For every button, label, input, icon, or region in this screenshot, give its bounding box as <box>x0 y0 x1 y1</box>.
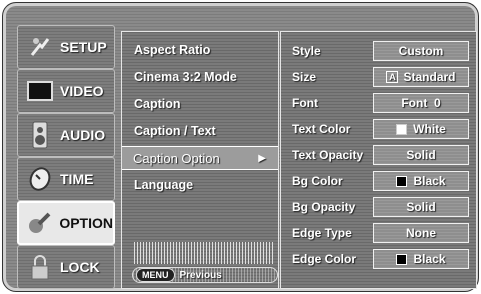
menu-previous-hint[interactable]: MENU Previous <box>132 267 278 283</box>
setting-row-size: Size A Standard <box>281 67 476 89</box>
value-text: Font 0 <box>401 96 441 110</box>
setting-label: Bg Opacity <box>292 200 356 214</box>
setting-row-bg-opacity: Bg Opacity Solid <box>281 197 476 219</box>
text-color-value[interactable]: White <box>373 119 469 139</box>
decorative-hatch <box>134 242 274 264</box>
text-opacity-value[interactable]: Solid <box>373 145 469 165</box>
submenu-item-caption-text[interactable]: Caption / Text <box>134 124 216 138</box>
tab-option[interactable]: OPTION <box>17 201 115 245</box>
main-menu-tabs: SETUP VIDEO AUDIO TIME OPTION LOCK <box>17 25 115 289</box>
option-icon <box>27 209 53 237</box>
text-size-icon: A <box>386 71 399 83</box>
setting-row-style: Style Custom <box>281 41 476 63</box>
edge-type-value[interactable]: None <box>373 223 469 243</box>
setting-row-edge-color: Edge Color Black <box>281 249 476 271</box>
tab-time[interactable]: TIME <box>17 157 115 201</box>
audio-icon <box>26 121 54 149</box>
submenu-item-cinema-3-2-mode[interactable]: Cinema 3:2 Mode <box>134 70 237 84</box>
caption-option-panel: Style Custom Size A Standard Font Font 0… <box>280 31 477 289</box>
value-text: Black <box>413 174 446 188</box>
tab-lock[interactable]: LOCK <box>17 245 115 289</box>
setting-row-text-opacity: Text Opacity Solid <box>281 145 476 167</box>
submenu-item-caption-option[interactable]: Caption Option ▶ <box>122 146 278 170</box>
size-value[interactable]: A Standard <box>373 67 469 87</box>
bg-color-value[interactable]: Black <box>373 171 469 191</box>
submenu-item-label: Caption Option <box>133 151 220 166</box>
tab-audio[interactable]: AUDIO <box>17 113 115 157</box>
value-text: White <box>413 122 446 136</box>
setting-label: Text Color <box>292 122 351 136</box>
bg-opacity-value[interactable]: Solid <box>373 197 469 217</box>
style-value[interactable]: Custom <box>373 41 469 61</box>
osd-frame: SETUP VIDEO AUDIO TIME OPTION LOCK Aspec… <box>2 2 479 292</box>
tab-label: TIME <box>60 171 94 187</box>
value-text: Solid <box>406 200 436 214</box>
setting-label: Edge Type <box>292 226 352 240</box>
setting-label: Edge Color <box>292 252 357 266</box>
setting-label: Size <box>292 70 317 84</box>
lock-icon <box>26 253 54 281</box>
setting-label: Font <box>292 96 318 110</box>
previous-label: Previous <box>179 269 222 281</box>
tab-setup[interactable]: SETUP <box>17 25 115 69</box>
submenu-item-language[interactable]: Language <box>134 178 193 192</box>
value-text: Solid <box>406 148 436 162</box>
value-text: Black <box>413 252 446 266</box>
tab-label: VIDEO <box>60 83 104 99</box>
black-swatch-icon <box>396 253 408 265</box>
setting-row-text-color: Text Color White <box>281 119 476 141</box>
video-icon <box>26 77 54 105</box>
arrow-right-icon: ▶ <box>258 153 266 164</box>
tab-label: AUDIO <box>60 127 106 143</box>
setting-row-edge-type: Edge Type None <box>281 223 476 245</box>
value-text: Standard <box>403 70 456 84</box>
setting-row-font: Font Font 0 <box>281 93 476 115</box>
tab-video[interactable]: VIDEO <box>17 69 115 113</box>
tab-label: LOCK <box>60 259 100 275</box>
menu-key-icon: MENU <box>136 268 175 282</box>
white-swatch-icon <box>396 123 408 135</box>
setting-label: Text Opacity <box>292 148 364 162</box>
value-text: None <box>406 226 436 240</box>
setting-label: Style <box>292 44 321 58</box>
option-submenu: Aspect Ratio Cinema 3:2 Mode Caption Cap… <box>121 31 279 289</box>
setting-label: Bg Color <box>292 174 343 188</box>
value-text: Custom <box>398 44 444 58</box>
setup-icon <box>26 33 54 61</box>
font-value[interactable]: Font 0 <box>373 93 469 113</box>
black-swatch-icon <box>396 175 408 187</box>
setting-row-bg-color: Bg Color Black <box>281 171 476 193</box>
edge-color-value[interactable]: Black <box>373 249 469 269</box>
tab-label: OPTION <box>59 215 113 231</box>
submenu-item-aspect-ratio[interactable]: Aspect Ratio <box>134 43 210 57</box>
submenu-item-caption[interactable]: Caption <box>134 97 181 111</box>
time-icon <box>26 165 54 193</box>
tab-label: SETUP <box>60 39 107 55</box>
